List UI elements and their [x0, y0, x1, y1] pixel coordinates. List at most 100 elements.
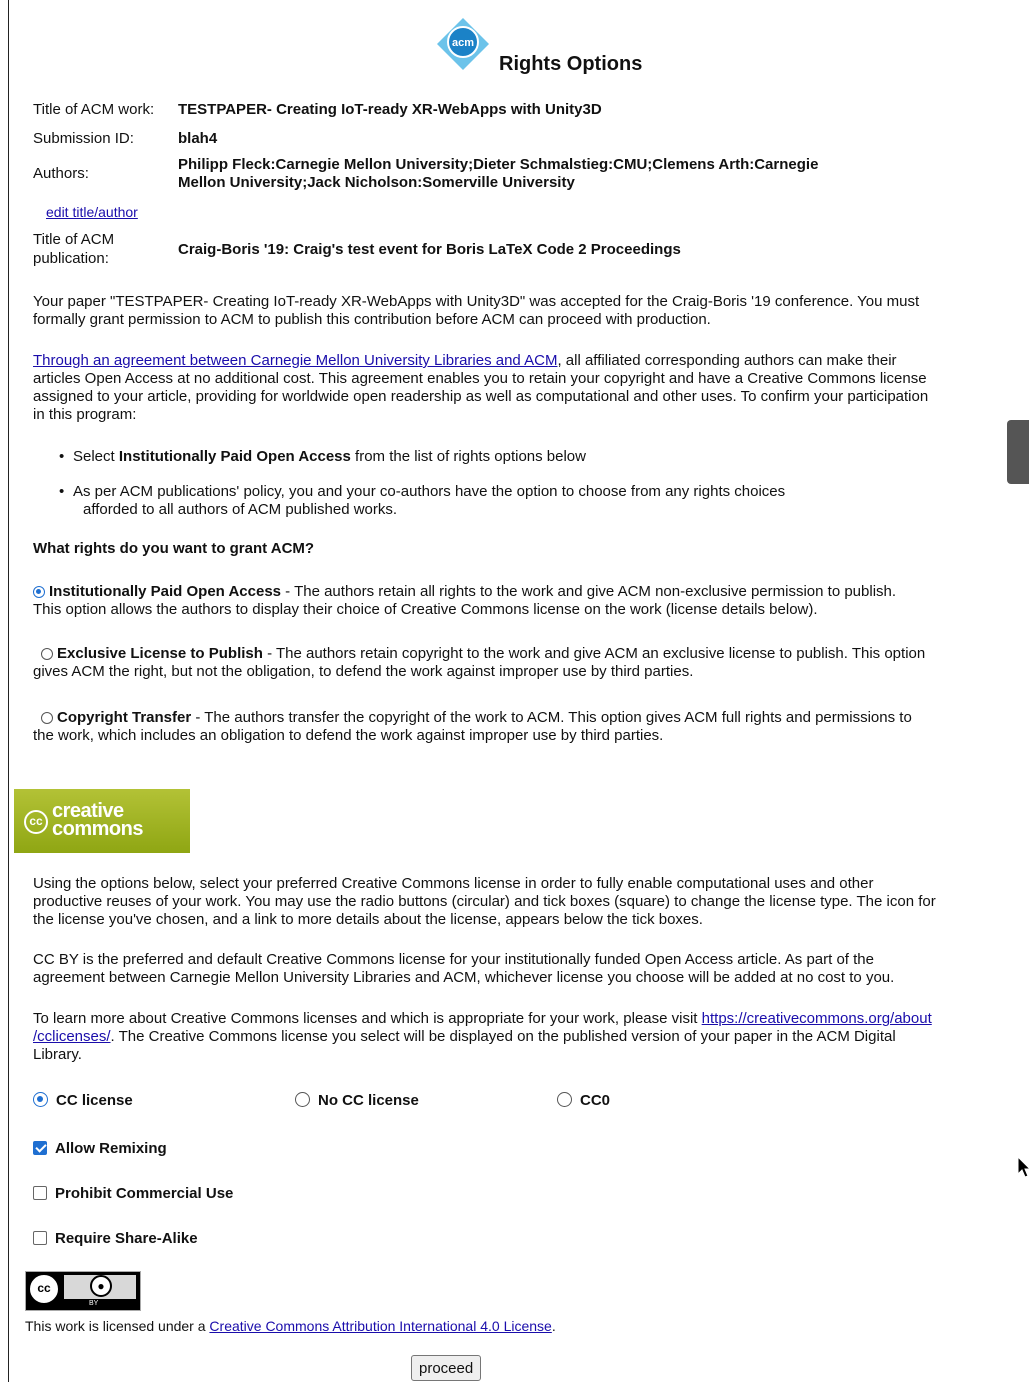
- work-title-row: Title of ACM work: TESTPAPER- Creating I…: [33, 101, 602, 118]
- prohibit-commercial-option[interactable]: Prohibit Commercial Use: [33, 1185, 233, 1202]
- submission-value: blah4: [178, 130, 218, 147]
- allow-remixing-option[interactable]: Allow Remixing: [33, 1140, 167, 1157]
- bullet-1-post: from the list of rights options below: [350, 448, 586, 465]
- bullet-1-pre: Select: [73, 448, 119, 465]
- radio-no-cc-license[interactable]: [295, 1092, 310, 1107]
- bullet-policy: • As per ACM publications' policy, you a…: [59, 483, 973, 519]
- page-frame: [8, 0, 1029, 1382]
- prohibit-commercial-checkbox[interactable]: [33, 1186, 47, 1200]
- agreement-line-4: in this program:: [33, 406, 137, 423]
- license-no-cc-option[interactable]: No CC license: [295, 1092, 419, 1109]
- radio-cc0[interactable]: [557, 1092, 572, 1107]
- require-share-alike-checkbox[interactable]: [33, 1231, 47, 1245]
- publication-label-line-2: publication:: [33, 250, 109, 267]
- acceptance-line-1: Your paper "TESTPAPER- Creating IoT-read…: [33, 293, 920, 310]
- license-cc-option[interactable]: CC license: [33, 1092, 133, 1109]
- agreement-line-3: assigned to your article, providing for …: [33, 388, 929, 405]
- right-option-title: Copyright Transfer: [57, 709, 192, 726]
- cc-logo-text: creative commons: [52, 801, 143, 840]
- right-option-open-access[interactable]: Institutionally Paid Open Access - The a…: [33, 583, 1026, 619]
- agreement-line-2: articles Open Access at no additional co…: [33, 370, 927, 387]
- license-notice-pre: This work is licensed under a: [25, 1318, 210, 1334]
- attribution-person-icon: ●: [90, 1275, 112, 1297]
- publication-row: Title of ACM publication: Craig-Boris '1…: [33, 230, 681, 268]
- mouse-cursor-icon: [1017, 1156, 1029, 1178]
- cc-by-line-1: CC BY is the preferred and default Creat…: [33, 951, 874, 968]
- edit-title-author-link[interactable]: edit title/author: [46, 204, 138, 220]
- publication-label-line-1: Title of ACM: [33, 231, 115, 248]
- cc-by-badge[interactable]: cc ● BY: [25, 1271, 141, 1311]
- allow-remixing-checkbox[interactable]: [33, 1141, 47, 1155]
- right-option-exclusive-license[interactable]: Exclusive License to Publish - The autho…: [33, 645, 1026, 681]
- cc-intro-line-1: Using the options below, select your pre…: [33, 875, 874, 892]
- radio-open-access[interactable]: [33, 586, 45, 598]
- authors-label: Authors:: [33, 165, 89, 182]
- cc-icon: cc: [24, 810, 48, 834]
- bullet-2-line-1: As per ACM publications' policy, you and…: [73, 483, 786, 500]
- agreement-paragraph: Through an agreement between Carnegie Me…: [33, 352, 1029, 424]
- right-option-desc-1: - The authors transfer the copyright of …: [191, 709, 912, 726]
- cc-attribution-license-link[interactable]: Creative Commons Attribution Internation…: [209, 1318, 551, 1334]
- bullet-dot: •: [59, 448, 65, 465]
- license-notice: This work is licensed under a Creative C…: [25, 1317, 1018, 1335]
- cc-badge-icon: cc: [30, 1275, 58, 1303]
- proceed-button[interactable]: proceed: [411, 1355, 482, 1381]
- rights-question: What rights do you want to grant ACM?: [33, 540, 315, 557]
- cc-licenses-link[interactable]: https://creativecommons.org/about: [702, 1010, 932, 1027]
- badge-by-label: BY: [89, 1300, 99, 1307]
- svg-text:acm: acm: [452, 37, 474, 49]
- cc-logo-line-2: commons: [52, 818, 143, 840]
- cc-by-line-2: agreement between Carnegie Mellon Univer…: [33, 969, 895, 986]
- publication-value: Craig-Boris '19: Craig's test event for …: [178, 241, 681, 258]
- bullet-2-line-2: afforded to all authors of ACM published…: [83, 501, 398, 518]
- submission-row: Submission ID: blah4: [33, 130, 217, 147]
- radio-cc-license[interactable]: [33, 1092, 48, 1107]
- right-option-copyright-transfer[interactable]: Copyright Transfer - The authors transfe…: [33, 709, 1026, 745]
- authors-line-2: Mellon University;Jack Nicholson:Somervi…: [178, 174, 575, 191]
- license-option-label: No CC license: [318, 1092, 419, 1109]
- cc-learn-more-line-3: Library.: [33, 1046, 82, 1063]
- creative-commons-logo: cc creative commons: [14, 789, 190, 853]
- authors-line-1: Philipp Fleck:Carnegie Mellon University…: [178, 156, 819, 173]
- right-option-desc-2: the work, which includes an obligation t…: [33, 727, 664, 744]
- agreement-link[interactable]: Through an agreement between Carnegie Me…: [33, 352, 557, 369]
- option-label: Prohibit Commercial Use: [55, 1185, 234, 1202]
- work-title-label: Title of ACM work:: [33, 101, 155, 118]
- option-label: Allow Remixing: [55, 1140, 167, 1157]
- license-option-label: CC license: [56, 1092, 133, 1109]
- cc-learn-more-line-2: . The Creative Commons license you selec…: [110, 1028, 896, 1045]
- cc-licenses-link-continued[interactable]: /cclicenses/: [33, 1028, 111, 1045]
- work-title-value: TESTPAPER- Creating IoT-ready XR-WebApps…: [178, 101, 602, 118]
- bullet-select-option: • Select Institutionally Paid Open Acces…: [59, 448, 973, 466]
- cc-intro-line-3: the license you've chosen, and a link to…: [33, 911, 703, 928]
- license-notice-post: .: [551, 1318, 556, 1334]
- acceptance-line-2: formally grant permission to ACM to publ…: [33, 311, 711, 328]
- option-label: Require Share-Alike: [55, 1230, 198, 1247]
- license-option-label: CC0: [580, 1092, 611, 1109]
- edit-row: edit title/author: [46, 204, 138, 220]
- side-feedback-tab[interactable]: [1007, 420, 1029, 484]
- submission-label: Submission ID:: [33, 130, 134, 147]
- radio-copyright-transfer[interactable]: [41, 712, 53, 724]
- acceptance-paragraph: Your paper "TESTPAPER- Creating IoT-read…: [33, 293, 1026, 329]
- require-share-alike-option[interactable]: Require Share-Alike: [33, 1230, 198, 1247]
- cc-intro-line-2: productive reuses of your work. You may …: [33, 893, 936, 910]
- right-option-desc-1: - The authors retain copyright to the wo…: [262, 645, 926, 662]
- radio-exclusive-license[interactable]: [41, 648, 53, 660]
- page-title: Rights Options: [499, 53, 643, 75]
- license-cc0-option[interactable]: CC0: [557, 1092, 610, 1109]
- bullet-1-bold: Institutionally Paid Open Access: [118, 448, 351, 465]
- right-option-desc-1: - The authors retain all rights to the w…: [281, 583, 897, 600]
- bullet-dot: •: [59, 483, 65, 500]
- right-option-title: Institutionally Paid Open Access: [49, 583, 282, 600]
- right-option-desc-2: This option allows the authors to displa…: [33, 601, 818, 618]
- cc-by-paragraph: CC BY is the preferred and default Creat…: [33, 951, 1026, 987]
- cc-intro-paragraph: Using the options below, select your pre…: [33, 875, 1026, 929]
- agreement-line-1: , all affiliated corresponding authors c…: [557, 352, 897, 369]
- authors-row: Authors: Philipp Fleck:Carnegie Mellon U…: [33, 156, 818, 192]
- right-option-desc-2: gives ACM the right, but not the obligat…: [33, 663, 694, 680]
- cc-learn-more-paragraph: To learn more about Creative Commons lic…: [33, 1010, 1026, 1064]
- right-option-title: Exclusive License to Publish: [57, 645, 263, 662]
- acm-logo-icon: acm: [435, 16, 491, 72]
- cc-learn-more-line-1: To learn more about Creative Commons lic…: [33, 1010, 702, 1027]
